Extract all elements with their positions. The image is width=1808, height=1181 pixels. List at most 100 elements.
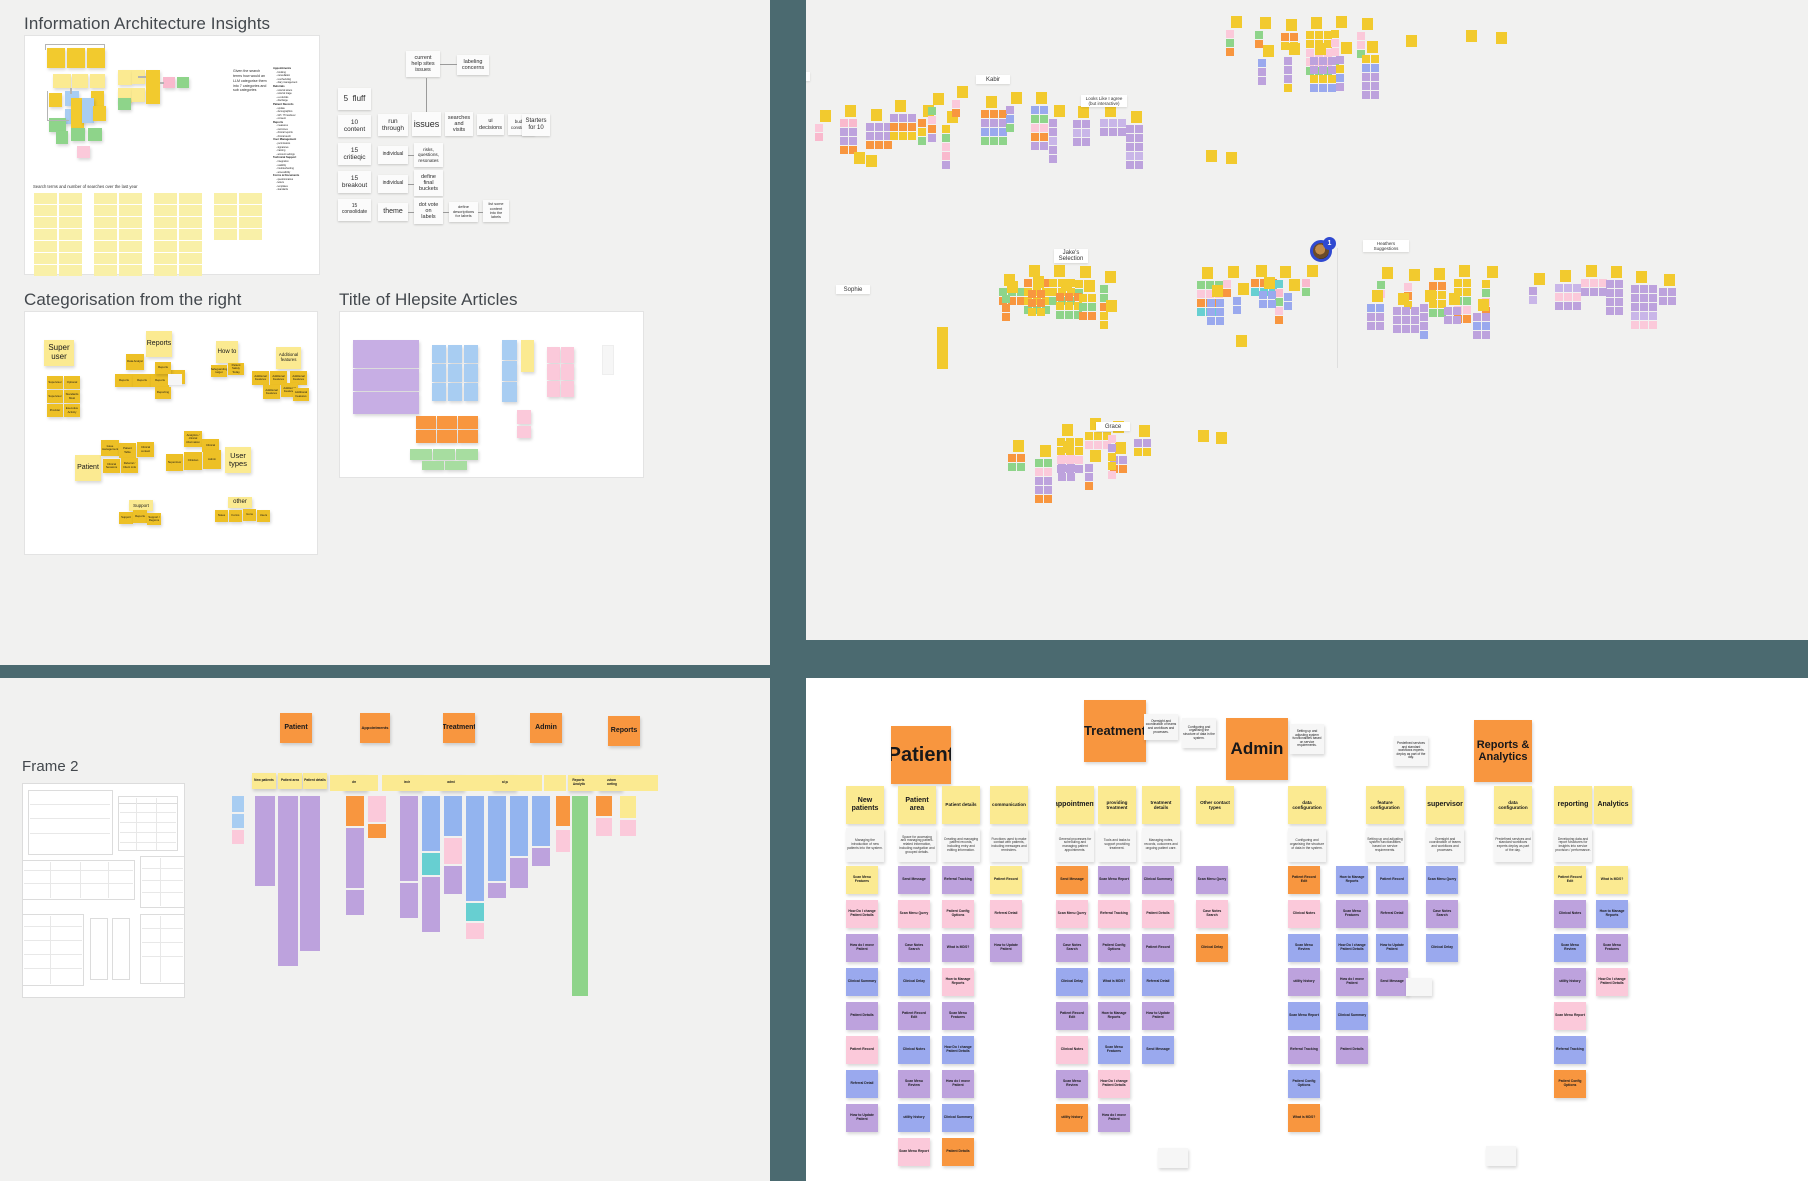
board-note[interactable]: [1065, 293, 1073, 301]
board-note[interactable]: [1223, 289, 1231, 297]
board-bar[interactable]: [346, 890, 364, 915]
board-note[interactable]: [986, 96, 997, 108]
sticky-note[interactable]: Patient Details: [846, 1002, 878, 1030]
category-label-note[interactable]: Patient: [75, 455, 101, 481]
sticky-note[interactable]: Patient Record: [1142, 934, 1174, 962]
board-note[interactable]: [981, 110, 989, 118]
board-note[interactable]: [1615, 289, 1623, 297]
board-note[interactable]: [1100, 128, 1108, 136]
board-note[interactable]: [1496, 32, 1507, 44]
sticky-note[interactable]: How to Manage Reports: [1336, 866, 1368, 894]
board-note[interactable]: [1659, 297, 1667, 305]
sticky-note[interactable]: Clinical Delay: [1196, 934, 1228, 962]
board-note[interactable]: [1259, 291, 1267, 299]
board-note[interactable]: [1255, 31, 1263, 39]
board-note[interactable]: [899, 132, 907, 140]
board-note[interactable]: [1463, 315, 1471, 323]
board-note[interactable]: [990, 128, 998, 136]
board-note[interactable]: [1108, 471, 1116, 479]
board-note[interactable]: [1040, 124, 1048, 132]
sticky-note[interactable]: Patient Record Edit: [1288, 866, 1320, 894]
board-note[interactable]: [1197, 299, 1205, 307]
category-note[interactable]: Additional Features: [293, 388, 309, 401]
board-note[interactable]: [1586, 265, 1597, 277]
subhead-note[interactable]: Other contact types: [1196, 786, 1234, 824]
board-note[interactable]: [1302, 288, 1310, 296]
board-note[interactable]: [1649, 285, 1657, 293]
board-note[interactable]: [1371, 91, 1379, 99]
board-note[interactable]: [1079, 294, 1087, 302]
board-note[interactable]: [1306, 49, 1314, 57]
board-note[interactable]: [1085, 473, 1093, 481]
category-note[interactable]: Reports: [133, 374, 151, 387]
board-note[interactable]: [1362, 91, 1370, 99]
board-note[interactable]: [1065, 302, 1073, 310]
board-note[interactable]: [890, 132, 898, 140]
board-note[interactable]: [1319, 66, 1327, 74]
sticky-note[interactable]: Send Message: [1376, 968, 1408, 996]
board-note[interactable]: [952, 100, 960, 108]
board-note[interactable]: [1088, 312, 1096, 320]
category-note[interactable]: Referral / Client Link: [121, 458, 138, 473]
board-note[interactable]: [1258, 77, 1266, 85]
board-note[interactable]: [1463, 306, 1471, 314]
board-note[interactable]: [1085, 441, 1093, 449]
board-note[interactable]: [1079, 312, 1087, 320]
board-note[interactable]: [1487, 266, 1498, 278]
board-note[interactable]: [1078, 106, 1089, 118]
board-note[interactable]: [1357, 41, 1365, 49]
board-note[interactable]: [1606, 307, 1614, 315]
board-note[interactable]: [854, 152, 865, 164]
board-note[interactable]: [1006, 106, 1014, 114]
board-note[interactable]: [1310, 84, 1318, 92]
board-note[interactable]: [866, 141, 874, 149]
board-note[interactable]: [1581, 279, 1589, 287]
subhead-note[interactable]: supervisor: [1426, 786, 1464, 824]
board-note[interactable]: [1268, 300, 1276, 308]
board-note[interactable]: [1118, 119, 1126, 127]
board-note[interactable]: [1035, 477, 1043, 485]
board-note[interactable]: [1040, 445, 1051, 457]
category-note[interactable]: Patient Table: [119, 443, 136, 458]
board-bar[interactable]: [232, 796, 244, 812]
board-note[interactable]: [1367, 304, 1375, 312]
board-note[interactable]: [1035, 486, 1043, 494]
sticky-note[interactable]: utility history: [1554, 968, 1586, 996]
board-note[interactable]: [1611, 266, 1622, 278]
category-note[interactable]: Optional: [64, 376, 80, 389]
sticky-note[interactable]: Scan Menu Features: [942, 1002, 974, 1030]
board-note[interactable]: [1135, 134, 1143, 142]
board-note[interactable]: [1336, 16, 1347, 28]
section-header-note[interactable]: Patient: [891, 726, 951, 784]
board-note[interactable]: [1319, 84, 1327, 92]
board-note[interactable]: [1075, 438, 1083, 446]
board-note[interactable]: [1108, 462, 1116, 470]
board-note[interactable]: [1573, 302, 1581, 310]
board-note[interactable]: [1376, 322, 1384, 330]
board-note[interactable]: [1555, 302, 1563, 310]
board-note[interactable]: [815, 133, 823, 141]
subhead-note[interactable]: Patient details: [942, 786, 980, 824]
sticky-note[interactable]: Scan Menu Report: [1098, 866, 1130, 894]
sticky-note[interactable]: Clinical Summary: [846, 968, 878, 996]
board-note[interactable]: [1284, 66, 1292, 74]
board-note[interactable]: [1331, 48, 1339, 56]
board-note[interactable]: [1056, 293, 1064, 301]
board-note[interactable]: [1126, 125, 1134, 133]
board-note[interactable]: [1411, 307, 1419, 315]
board-note[interactable]: [1073, 138, 1081, 146]
board-note[interactable]: [1139, 425, 1150, 437]
subhead-note[interactable]: reporting: [1554, 786, 1592, 824]
board-note[interactable]: [1393, 316, 1401, 324]
board-note[interactable]: [1429, 309, 1437, 317]
board-note[interactable]: [1438, 291, 1446, 299]
board-note[interactable]: [1529, 296, 1537, 304]
board-note[interactable]: [1398, 293, 1409, 305]
board-note[interactable]: [840, 128, 848, 136]
board-note[interactable]: [1056, 302, 1064, 310]
board-note[interactable]: [1207, 308, 1215, 316]
board-note[interactable]: [1534, 273, 1545, 285]
sticky-note[interactable]: What is MDS?: [1596, 866, 1628, 894]
board-note[interactable]: [1118, 128, 1126, 136]
board-bar[interactable]: [422, 796, 440, 851]
